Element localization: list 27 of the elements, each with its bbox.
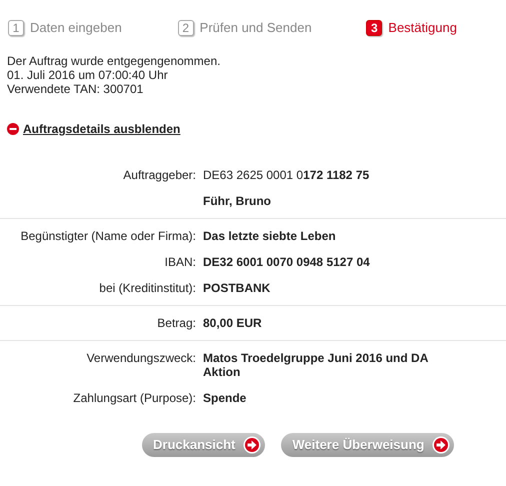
field-value: Spende <box>203 391 246 405</box>
confirmation-text: Verwendete TAN: 300701 <box>7 82 144 96</box>
field-label: Zahlungsart (Purpose): <box>73 391 196 405</box>
field-label: Betrag: <box>157 316 196 330</box>
field-value: Führ, Bruno <box>203 194 271 208</box>
confirmation-text: 01. Juli 2016 um 07:00:40 Uhr <box>7 68 169 82</box>
step-tab[interactable]: 2 Prüfen und Senden <box>178 14 366 42</box>
confirmation-text: Der Auftrag wurde entgegengenommen. <box>7 54 222 68</box>
field-value: 80,00 EUR <box>203 316 262 330</box>
arrow-icon <box>243 436 262 454</box>
action-button[interactable]: Weitere Überweisung <box>281 433 454 457</box>
action-button[interactable]: Druckansicht <box>142 433 266 457</box>
field-label: Verwendungszweck: <box>86 351 196 365</box>
step-tab[interactable]: 3 Bestätigung <box>366 14 506 42</box>
toggle-link[interactable]: Auftragsdetails ausblenden <box>23 120 180 138</box>
field-value: DE32 6001 0070 0948 5127 04 <box>203 255 370 269</box>
field-label: Begünstigter (Name oder Firma): <box>20 229 196 243</box>
field-label: Auftraggeber: <box>123 168 196 182</box>
minus-icon[interactable] <box>7 123 19 135</box>
field-value: POSTBANK <box>203 281 270 295</box>
field-label: IBAN: <box>164 255 196 269</box>
arrow-icon <box>432 436 450 454</box>
step-tab[interactable]: 1 Daten eingeben <box>8 14 178 42</box>
field-value: Matos Troedelgruppe Juni 2016 und DA Aktion <box>203 351 428 379</box>
field-value: Das letzte siebte Leben <box>203 229 336 243</box>
field-value: DE63 2625 0001 0172 1182 75 <box>203 168 370 182</box>
field-label: bei (Kreditinstitut): <box>99 281 196 295</box>
